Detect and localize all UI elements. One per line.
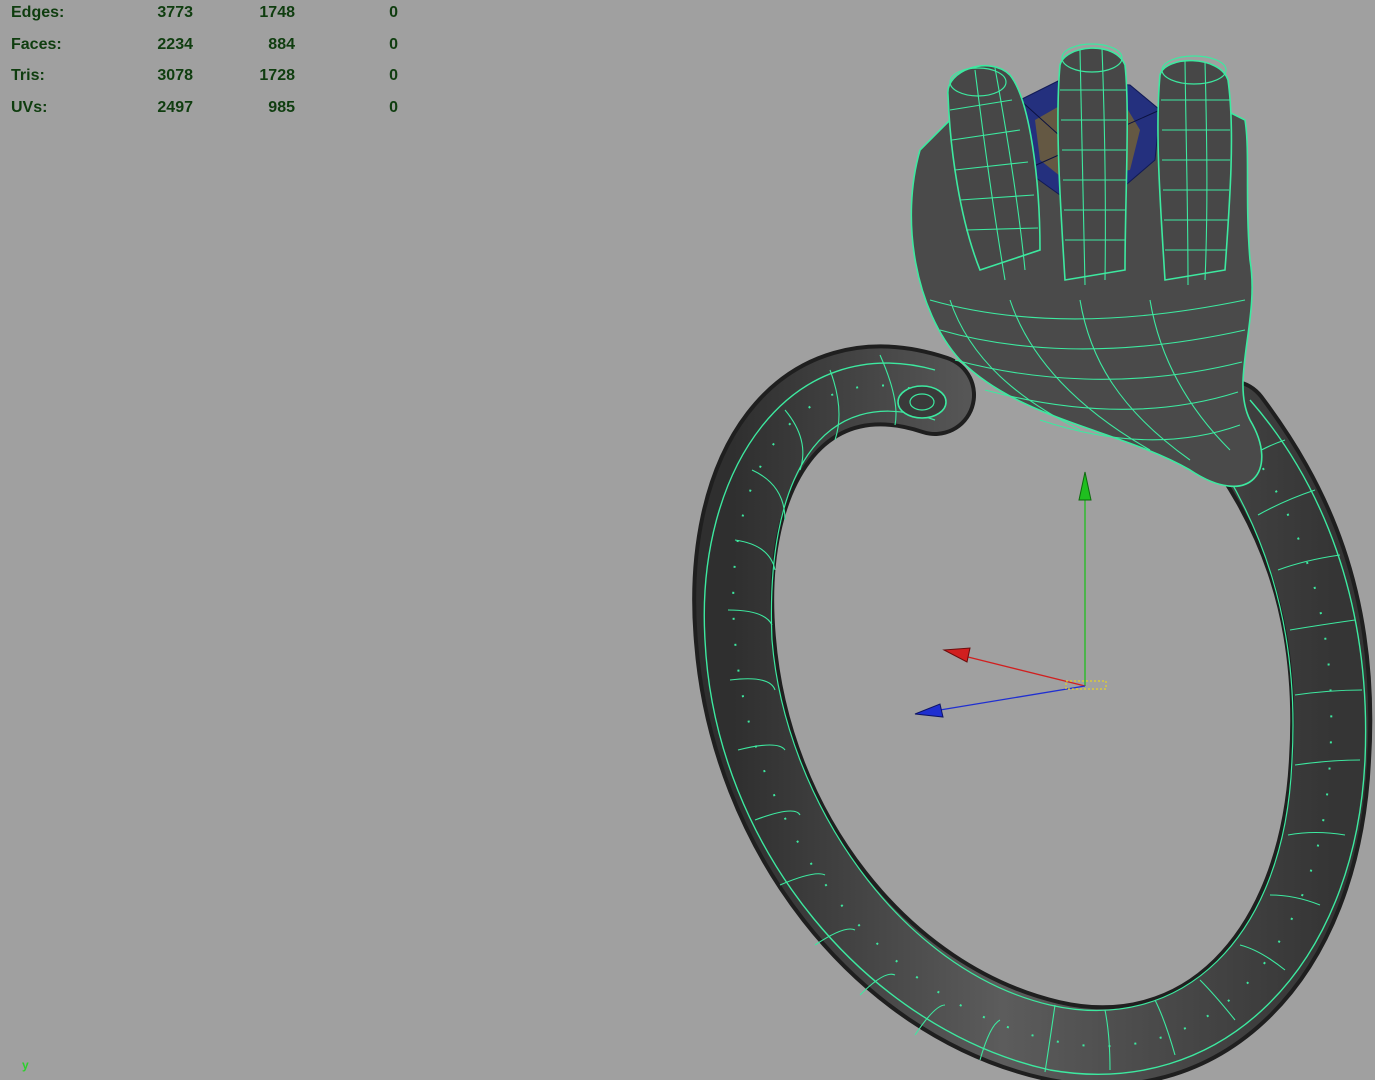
transform-manipulator[interactable] <box>914 471 1107 718</box>
hud-value: 2497 <box>157 98 193 116</box>
hud-value: 1748 <box>259 4 295 21</box>
manipulator-y-arrow[interactable] <box>1078 471 1092 501</box>
hud-value: 2234 <box>157 35 193 53</box>
hud-value: 0 <box>389 35 398 53</box>
scene-render[interactable] <box>0 0 1375 1080</box>
hud-label: Edges: <box>11 4 65 21</box>
view-axis-indicator: y <box>22 1058 29 1072</box>
3d-viewport[interactable]: Edges: 3773 1748 0 Faces: 2234 884 0 Tri… <box>0 0 1375 1080</box>
hud-value: 884 <box>268 35 295 53</box>
ring-band-mesh[interactable] <box>692 344 1373 1080</box>
manipulator-z-arrow[interactable] <box>914 703 944 718</box>
hud-value: 1728 <box>259 67 295 85</box>
hud-value: 0 <box>389 67 398 85</box>
manipulator-x-arrow[interactable] <box>942 647 971 663</box>
hud-label: Faces: <box>11 35 62 53</box>
hud-label: Tris: <box>11 67 45 85</box>
manipulator-x-axis[interactable] <box>967 656 1086 687</box>
hud-value: 0 <box>389 98 398 116</box>
hud-label: UVs: <box>11 98 48 116</box>
hud-value: 3078 <box>157 67 193 85</box>
hud-value: 3773 <box>157 4 193 21</box>
hud-value: 985 <box>268 98 295 116</box>
manipulator-z-axis[interactable] <box>939 685 1086 711</box>
hud-value: 0 <box>389 4 398 21</box>
